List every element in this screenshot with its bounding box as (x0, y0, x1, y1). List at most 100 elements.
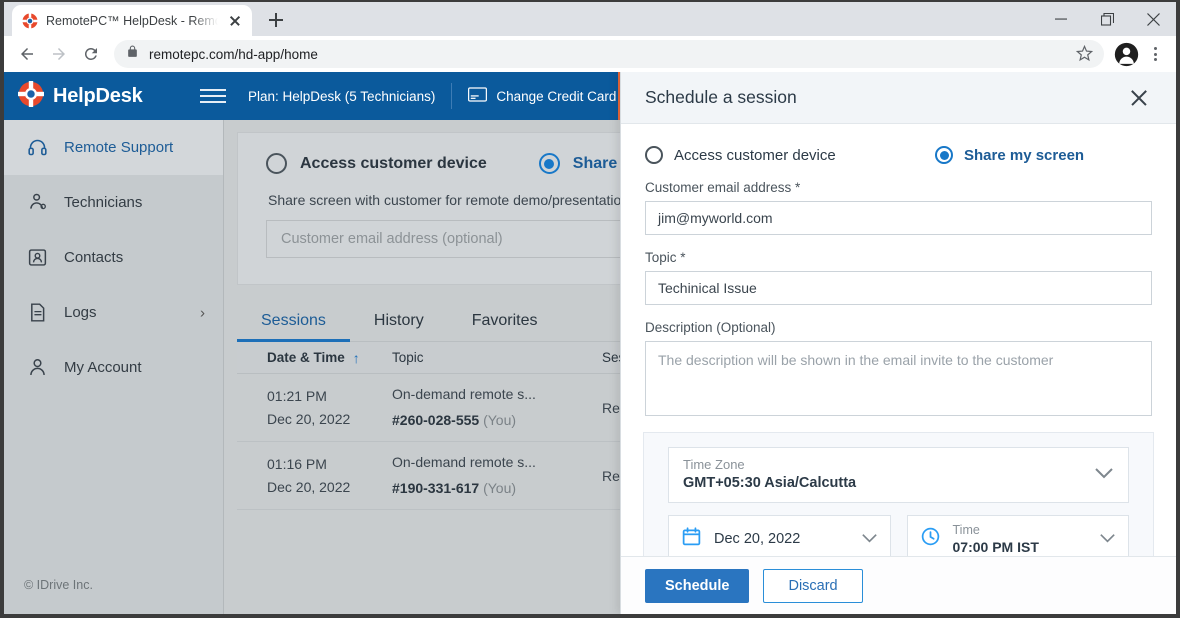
forward-button-icon[interactable] (44, 39, 74, 69)
column-header-topic[interactable]: Topic (392, 350, 602, 365)
lock-icon (126, 45, 139, 63)
plan-label: Plan: HelpDesk (5 Technicians) (248, 88, 436, 104)
date-time-row: Dec 20, 2022 Time 07:00 PM IST (668, 515, 1129, 556)
row-owner: (You) (483, 479, 517, 496)
description-field-label: Description (Optional) (645, 320, 776, 335)
tab-history[interactable]: History (350, 302, 448, 341)
radio-unselected-icon (266, 153, 287, 174)
row-date: Dec 20, 2022 (267, 478, 351, 495)
window-close-button[interactable] (1130, 2, 1176, 36)
back-button-icon[interactable] (12, 39, 42, 69)
clock-icon (920, 526, 941, 552)
sidebar-item-technicians[interactable]: Technicians (4, 175, 223, 230)
row-topic: On-demand remote s... (392, 385, 536, 402)
schedule-panel: Time Zone GMT+05:30 Asia/Calcutta Dec 20… (643, 432, 1154, 556)
date-select[interactable]: Dec 20, 2022 (668, 515, 891, 556)
row-session-id: #190-331-617 (392, 479, 480, 496)
sidebar-item-logs[interactable]: Logs › (4, 285, 223, 340)
sort-ascending-icon: ↑ (352, 349, 360, 366)
schedule-button[interactable]: Schedule (645, 568, 750, 603)
profile-avatar[interactable] (1112, 40, 1140, 68)
bookmark-star-icon[interactable] (1075, 44, 1094, 63)
sidebar-item-my-account[interactable]: My Account (4, 340, 223, 395)
radio-access-customer-device[interactable]: Access customer device (266, 153, 487, 174)
browser-tab-title: RemotePC™ HelpDesk - Remote S (46, 13, 218, 28)
modal-radio-access-customer-device[interactable]: Access customer device (645, 146, 935, 164)
time-label: Time (952, 522, 980, 537)
sidebar-toggle-icon[interactable] (200, 89, 226, 103)
close-icon[interactable] (1126, 85, 1152, 111)
sidebar-item-label: Remote Support (64, 139, 174, 156)
row-topic-cell: On-demand remote s... #260-028-555 (You) (392, 382, 602, 434)
lifebuoy-logo-icon (18, 80, 44, 112)
browser-window: RemotePC™ HelpDesk - Remote S (4, 2, 1176, 614)
browser-tab[interactable]: RemotePC™ HelpDesk - Remote S (12, 5, 252, 36)
header-divider (451, 83, 453, 109)
radio-unselected-icon (645, 146, 663, 164)
topic-field[interactable]: Techinical Issue (645, 271, 1152, 305)
web-page: HelpDesk Plan: HelpDesk (5 Technicians) … (4, 72, 1176, 614)
row-session-id: #260-028-555 (392, 411, 480, 428)
timezone-select[interactable]: Time Zone GMT+05:30 Asia/Calcutta (668, 447, 1129, 503)
tab-close-icon[interactable] (226, 12, 244, 30)
row-topic: On-demand remote s... (392, 453, 536, 470)
tab-favorites[interactable]: Favorites (448, 302, 562, 341)
remotepc-favicon-icon (22, 12, 38, 29)
schedule-session-modal: Schedule a session Access customer devic… (620, 72, 1176, 614)
window-controls (1038, 2, 1176, 36)
modal-body: Access customer device Share my screen C… (621, 124, 1176, 556)
technicians-icon (26, 192, 48, 213)
sidebar: Remote Support Technicians Contacts Logs… (4, 120, 224, 614)
row-time: 01:21 PM (267, 388, 327, 405)
sidebar-chevron-icon: › (200, 304, 205, 321)
app-brand[interactable]: HelpDesk (4, 72, 194, 120)
email-field[interactable]: jim@myworld.com (645, 201, 1152, 235)
sidebar-item-remote-support[interactable]: Remote Support (4, 120, 223, 175)
credit-card-icon (468, 87, 488, 105)
row-time: 01:16 PM (267, 456, 327, 473)
timezone-value: GMT+05:30 Asia/Calcutta (683, 474, 857, 491)
radio-label: Access customer device (674, 146, 836, 164)
app-brand-label: HelpDesk (53, 84, 143, 107)
sidebar-item-label: My Account (64, 359, 142, 376)
discard-button[interactable]: Discard (763, 568, 863, 603)
new-tab-button[interactable] (262, 6, 290, 34)
radio-selected-icon (538, 153, 560, 174)
email-field-value: jim@myworld.com (658, 210, 773, 226)
modal-radio-share-my-screen[interactable]: Share my screen (935, 146, 1084, 164)
radio-label: Access customer device (300, 154, 487, 172)
row-topic-cell: On-demand remote s... #190-331-617 (You) (392, 450, 602, 502)
row-datetime: 01:21 PM Dec 20, 2022 (237, 385, 392, 430)
time-select[interactable]: Time 07:00 PM IST (906, 515, 1129, 556)
row-date: Dec 20, 2022 (267, 410, 351, 427)
chevron-down-icon (1099, 530, 1116, 548)
address-bar-url: remotepc.com/hd-app/home (149, 46, 318, 62)
modal-header: Schedule a session (621, 72, 1176, 124)
topic-field-value: Techinical Issue (658, 280, 757, 296)
radio-selected-icon (935, 146, 953, 164)
column-label: Date & Time (267, 350, 345, 365)
sidebar-item-contacts[interactable]: Contacts (4, 230, 223, 285)
date-value: Dec 20, 2022 (714, 531, 801, 547)
window-maximize-button[interactable] (1084, 2, 1130, 36)
modal-footer: Schedule Discard (621, 556, 1176, 614)
customer-email-placeholder: Customer email address (optional) (281, 231, 503, 247)
column-header-date-time[interactable]: Date & Time ↑ (237, 350, 392, 366)
row-datetime: 01:16 PM Dec 20, 2022 (237, 453, 392, 498)
browser-menu-icon[interactable] (1142, 39, 1168, 69)
row-owner: (You) (483, 411, 517, 428)
change-credit-card-button[interactable]: Change Credit Card (468, 87, 616, 105)
reload-button-icon[interactable] (76, 39, 106, 69)
browser-toolbar: remotepc.com/hd-app/home (4, 36, 1176, 72)
address-bar[interactable]: remotepc.com/hd-app/home (114, 40, 1104, 68)
description-field[interactable]: The description will be shown in the ema… (645, 341, 1152, 416)
modal-title: Schedule a session (645, 87, 797, 107)
time-value: 07:00 PM IST (952, 539, 1039, 556)
tab-sessions[interactable]: Sessions (237, 302, 350, 342)
window-minimize-button[interactable] (1038, 2, 1084, 36)
timezone-label: Time Zone (683, 457, 745, 473)
headset-icon (26, 137, 48, 158)
radio-label: Share my screen (964, 146, 1085, 164)
chevron-down-icon (861, 530, 878, 548)
contacts-icon (26, 247, 48, 268)
